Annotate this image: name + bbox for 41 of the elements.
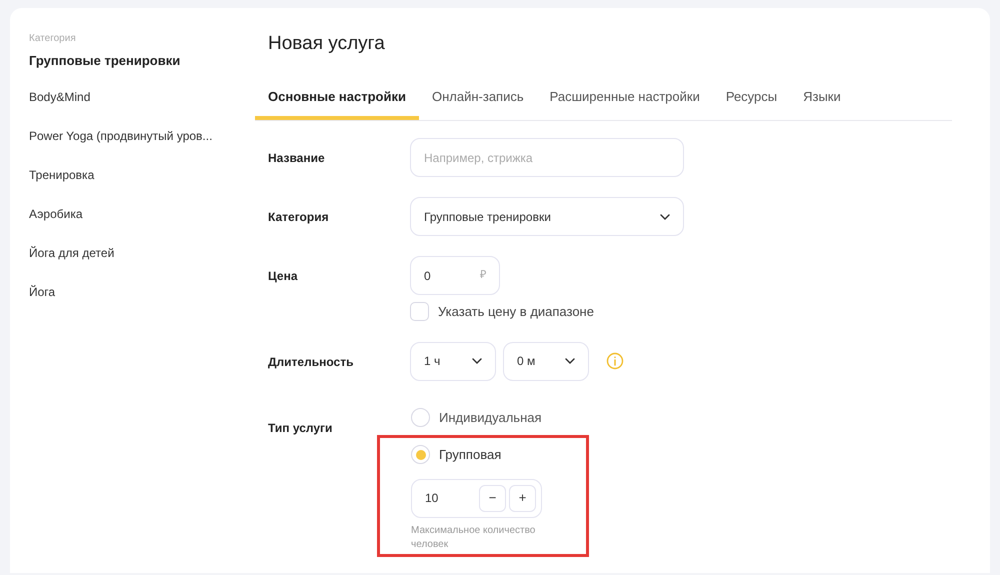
radio-button[interactable] [411,408,430,427]
field-label: Название [268,151,325,165]
tab[interactable]: Онлайн-запись [418,86,537,120]
field-label: Категория [268,210,329,224]
radio-button[interactable] [411,445,430,464]
tab[interactable]: Ресурсы [712,86,790,120]
sidebar-item[interactable]: Йога для детей [29,244,255,260]
chevron-down-icon [565,358,575,364]
minutes-dropdown[interactable]: 0 м [503,342,589,380]
radio-label: Индивидуальная [439,408,542,427]
field-label: Длительность [268,354,354,368]
sidebar-item[interactable]: Тренировка [29,166,255,182]
increment-button[interactable]: + [509,484,536,512]
chevron-down-icon [472,358,482,364]
name-field[interactable]: Например, стрижка [410,138,684,177]
sidebar-item[interactable]: Йога [29,282,255,298]
hint-text: Максимальное количество человек [411,524,536,552]
tab[interactable]: Языки [790,86,854,120]
field-label: Цена [268,269,298,283]
sidebar-item[interactable]: Аэробика [29,204,255,220]
info-icon[interactable] [606,352,624,370]
checkbox-label: Указать цену в диапазоне [438,303,594,321]
tab[interactable]: Расширенные настройки [536,86,713,120]
tab[interactable]: Основные настройки [255,86,419,120]
chevron-down-icon [660,214,670,220]
currency-sign: ₽ [480,268,486,284]
page-title: Новая услуга [268,32,386,56]
field-label: Тип услуги [268,420,332,434]
price-value: 0 [424,268,431,284]
decrement-button[interactable]: − [479,484,506,512]
category-dropdown[interactable]: Групповые тренировки [410,197,684,236]
hours-dropdown[interactable]: 1 ч [410,342,496,380]
price-field[interactable]: 0 ₽ [410,256,500,295]
capacity-field[interactable]: 10 − + [411,478,542,518]
capacity-value: 10 [425,490,438,507]
sidebar-title: Групповые тренировки [29,52,182,70]
sidebar-label: Категория [29,32,77,46]
sidebar-item[interactable]: Power Yoga (продвинутый уров... [29,126,255,142]
sidebar-item[interactable]: Body&Mind [29,88,255,104]
checkbox[interactable] [410,302,429,322]
radio-label: Групповая [439,446,502,464]
